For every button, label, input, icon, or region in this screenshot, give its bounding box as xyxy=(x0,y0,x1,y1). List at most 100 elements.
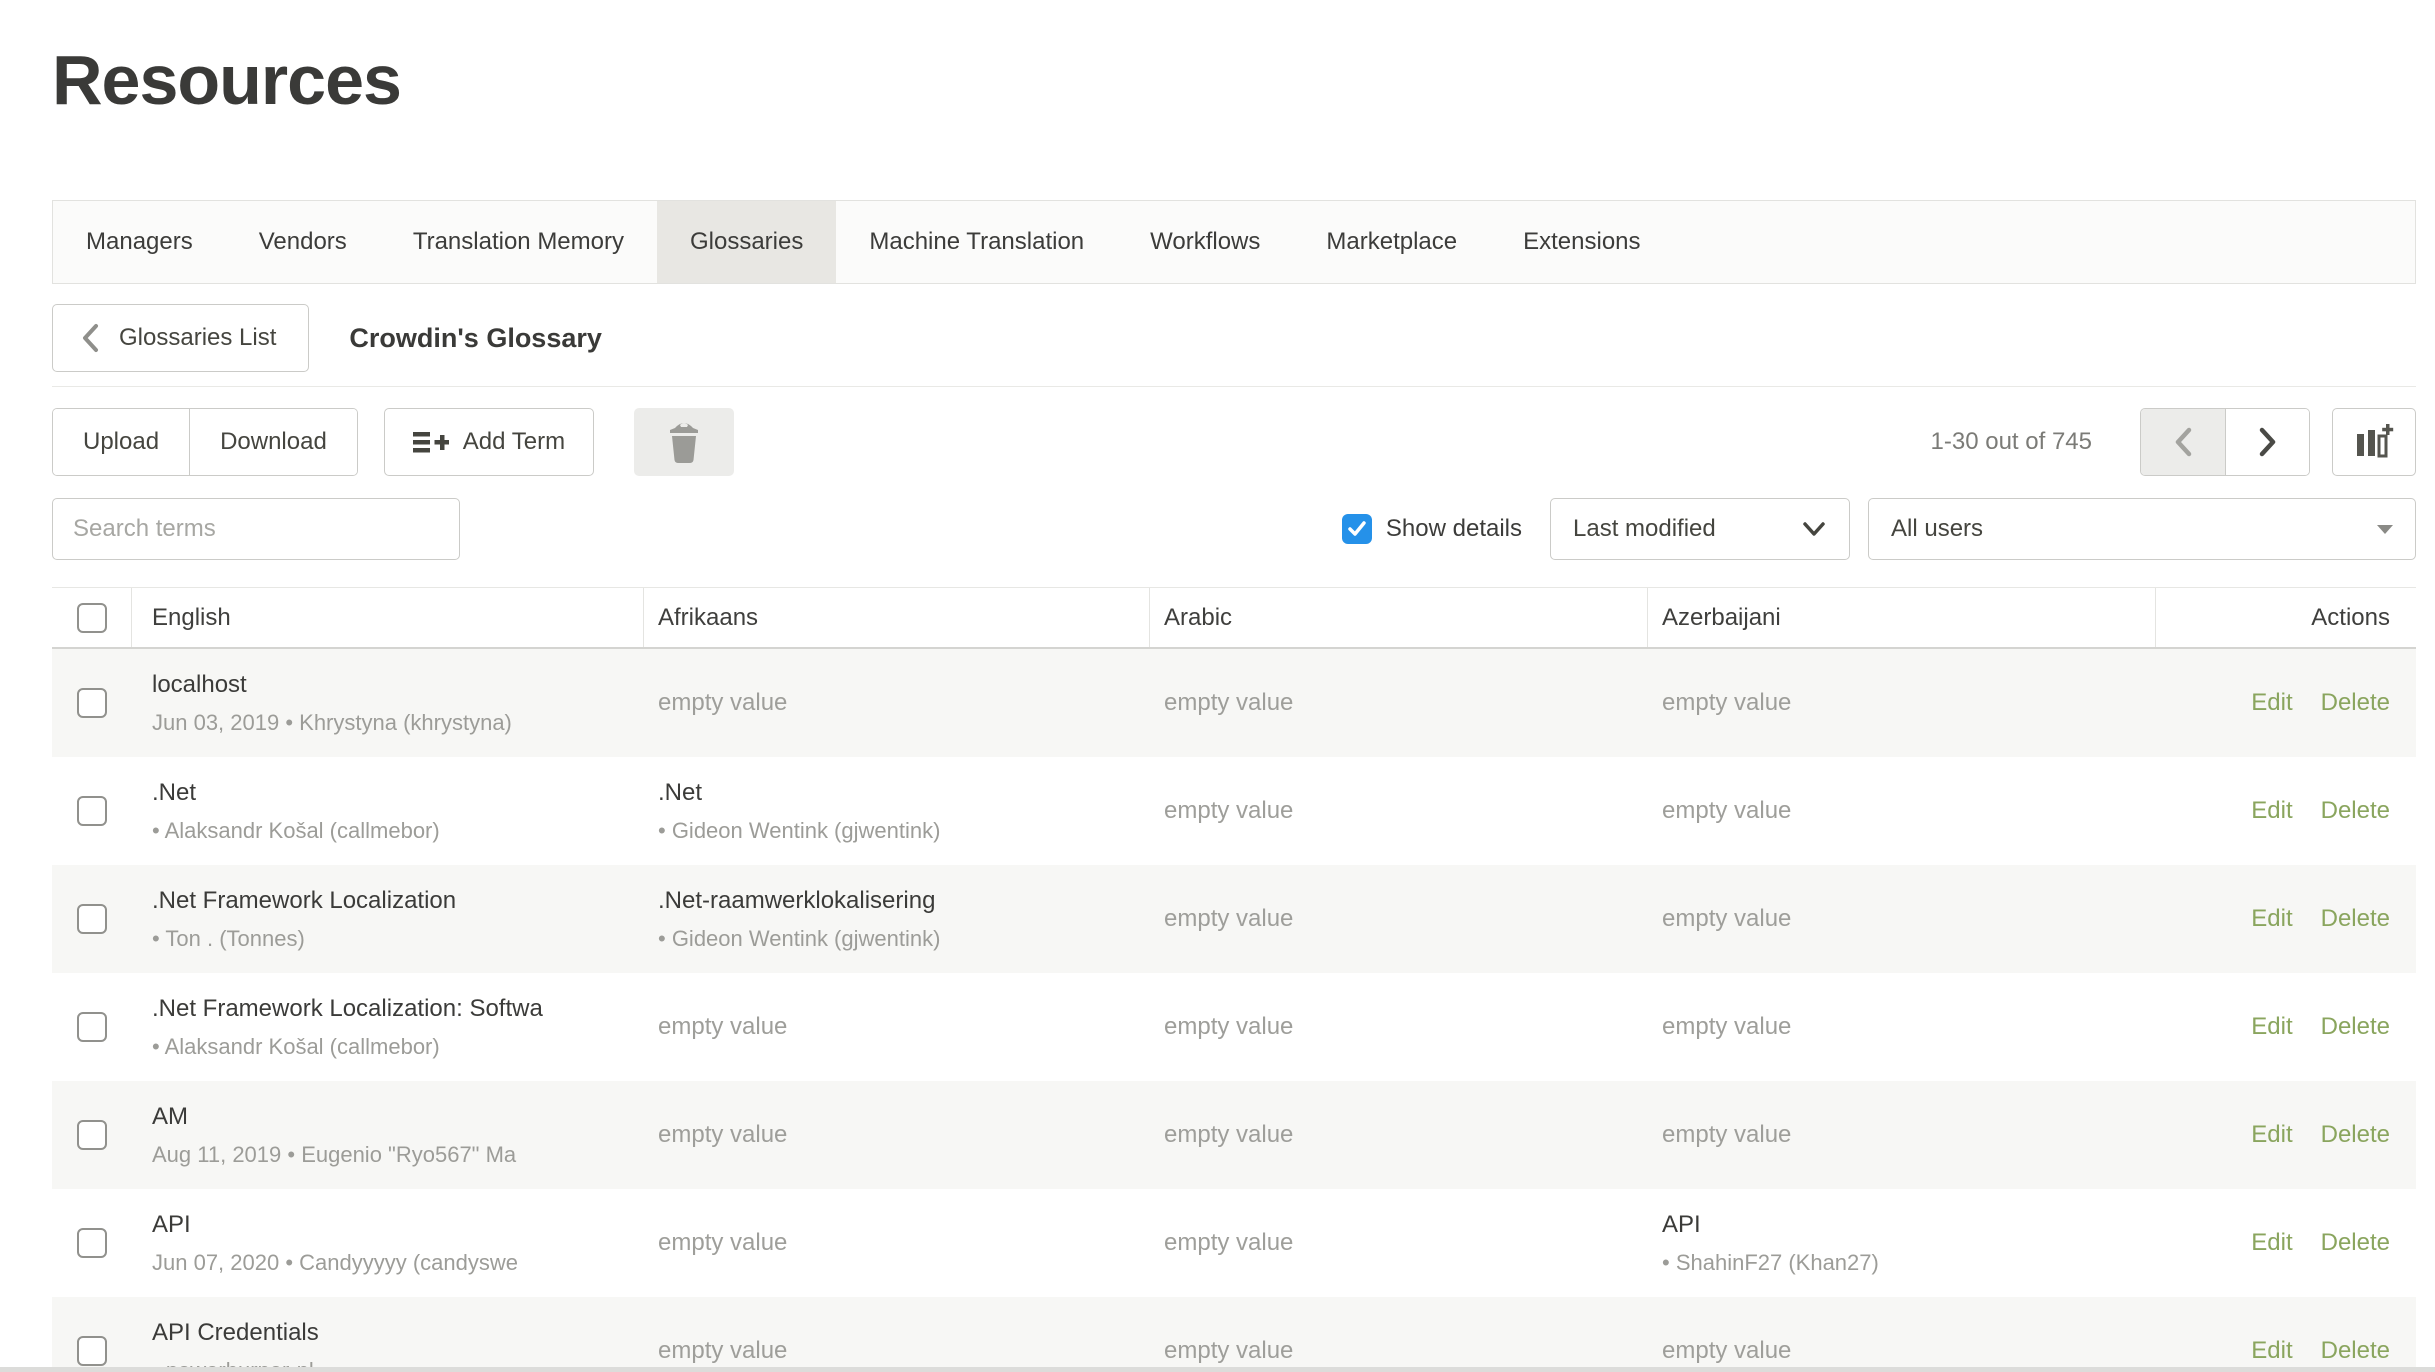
cell-english: APIJun 07, 2020 • Candyyyyy (candyswe xyxy=(132,1189,644,1297)
chevron-right-icon xyxy=(2256,425,2280,459)
next-page-button[interactable] xyxy=(2225,409,2309,475)
download-button[interactable]: Download xyxy=(189,409,357,475)
term-meta: • Alaksandr Košal (callmebor) xyxy=(152,1034,644,1060)
cell-afrikaans: empty value xyxy=(644,1297,1150,1372)
term-text: AM xyxy=(152,1103,644,1131)
horizontal-scrollbar[interactable] xyxy=(0,1367,2435,1372)
empty-value-label: empty value xyxy=(1164,1121,1648,1149)
add-term-button[interactable]: Add Term xyxy=(384,408,594,476)
cell-azerbaijani: empty value xyxy=(1648,1297,2156,1372)
term-text: .Net Framework Localization: Softwa xyxy=(152,995,644,1023)
delete-link[interactable]: Delete xyxy=(2321,1337,2390,1365)
filter-row: Show details Last modified All users xyxy=(52,498,2416,560)
term-row: localhostJun 03, 2019 • Khrystyna (khrys… xyxy=(52,649,2416,757)
page-title: Resources xyxy=(52,30,2435,130)
empty-value-label: empty value xyxy=(658,1013,1150,1041)
prev-page-button[interactable] xyxy=(2141,409,2225,475)
show-details-label: Show details xyxy=(1386,515,1522,543)
delete-link[interactable]: Delete xyxy=(2321,1229,2390,1257)
delete-link[interactable]: Delete xyxy=(2321,1121,2390,1149)
edit-link[interactable]: Edit xyxy=(2251,797,2292,825)
term-text: API Credentials xyxy=(152,1319,644,1347)
chevron-left-icon xyxy=(79,322,101,354)
empty-value-label: empty value xyxy=(1164,689,1648,717)
edit-link[interactable]: Edit xyxy=(2251,1121,2292,1149)
cell-actions: Edit Delete xyxy=(2156,757,2416,865)
term-meta: Jun 07, 2020 • Candyyyyy (candyswe xyxy=(152,1250,644,1276)
cell-english: AMAug 11, 2019 • Eugenio "Ryo567" Ma xyxy=(132,1081,644,1189)
cell-azerbaijani: API• ShahinF27 (Khan27) xyxy=(1648,1189,2156,1297)
pagination-label: 1-30 out of 745 xyxy=(1931,428,2092,456)
edit-link[interactable]: Edit xyxy=(2251,1337,2292,1365)
tab-machine-translation[interactable]: Machine Translation xyxy=(836,201,1117,283)
glossary-toolbar: Upload Download Add Term 1-30 out of 745 xyxy=(52,408,2416,476)
tab-vendors[interactable]: Vendors xyxy=(226,201,380,283)
tab-workflows[interactable]: Workflows xyxy=(1117,201,1293,283)
tab-extensions[interactable]: Extensions xyxy=(1490,201,1673,283)
delete-link[interactable]: Delete xyxy=(2321,797,2390,825)
edit-link[interactable]: Edit xyxy=(2251,1013,2292,1041)
row-checkbox[interactable] xyxy=(77,1120,107,1150)
edit-link[interactable]: Edit xyxy=(2251,689,2292,717)
term-meta: • Ton . (Tonnes) xyxy=(152,926,644,952)
empty-value-label: empty value xyxy=(1662,1337,2156,1365)
cell-afrikaans: .Net• Gideon Wentink (gjwentink) xyxy=(644,757,1150,865)
upload-button[interactable]: Upload xyxy=(53,409,189,475)
glossaries-list-back-button[interactable]: Glossaries List xyxy=(52,304,309,372)
empty-value-label: empty value xyxy=(1662,1013,2156,1041)
row-checkbox[interactable] xyxy=(77,904,107,934)
select-all-checkbox[interactable] xyxy=(77,603,107,633)
term-text: localhost xyxy=(152,671,644,699)
row-checkbox[interactable] xyxy=(77,1336,107,1366)
sort-select[interactable]: Last modified xyxy=(1550,498,1850,560)
upload-download-group: Upload Download xyxy=(52,408,358,476)
cell-english: .Net Framework Localization: Softwa • Ala… xyxy=(132,973,644,1081)
cell-actions: Edit Delete xyxy=(2156,865,2416,973)
cell-afrikaans: empty value xyxy=(644,1081,1150,1189)
empty-value-label: empty value xyxy=(658,1337,1150,1365)
cell-azerbaijani: empty value xyxy=(1648,1081,2156,1189)
term-row: .Net Framework Localization: Softwa • Ala… xyxy=(52,973,2416,1081)
cell-arabic: empty value xyxy=(1150,1297,1648,1372)
cell-english: .Net Framework Localization• Ton . (Tonn… xyxy=(132,865,644,973)
table-header: English Afrikaans Arabic Azerbaijani Act… xyxy=(52,587,2416,649)
users-select[interactable]: All users xyxy=(1868,498,2416,560)
row-checkbox[interactable] xyxy=(77,1228,107,1258)
edit-link[interactable]: Edit xyxy=(2251,1229,2292,1257)
empty-value-label: empty value xyxy=(1662,797,2156,825)
delete-link[interactable]: Delete xyxy=(2321,1013,2390,1041)
chevron-down-icon xyxy=(1801,520,1827,538)
term-row: API Credentials• powerburner-nlempty val… xyxy=(52,1297,2416,1372)
column-header-arabic: Arabic xyxy=(1150,588,1648,647)
manage-columns-button[interactable] xyxy=(2332,408,2416,476)
empty-value-label: empty value xyxy=(1662,905,2156,933)
empty-value-label: empty value xyxy=(658,1229,1150,1257)
delete-link[interactable]: Delete xyxy=(2321,689,2390,717)
empty-value-label: empty value xyxy=(1164,1229,1648,1257)
tab-managers[interactable]: Managers xyxy=(53,201,226,283)
cell-arabic: empty value xyxy=(1150,1081,1648,1189)
glossary-title: Crowdin's Glossary xyxy=(349,323,602,354)
cell-actions: Edit Delete xyxy=(2156,973,2416,1081)
delete-selected-button[interactable] xyxy=(634,408,734,476)
tab-glossaries[interactable]: Glossaries xyxy=(657,201,836,283)
tab-marketplace[interactable]: Marketplace xyxy=(1293,201,1490,283)
columns-icon xyxy=(2353,422,2395,462)
column-header-azerbaijani: Azerbaijani xyxy=(1648,588,2156,647)
search-input[interactable] xyxy=(52,498,460,560)
dropdown-arrow-icon xyxy=(2377,525,2393,534)
empty-value-label: empty value xyxy=(658,1121,1150,1149)
cell-actions: Edit Delete xyxy=(2156,1297,2416,1372)
term-text: .Net xyxy=(658,779,1150,807)
tab-translation-memory[interactable]: Translation Memory xyxy=(380,201,657,283)
row-checkbox[interactable] xyxy=(77,796,107,826)
glossary-breadcrumb-row: Glossaries List Crowdin's Glossary xyxy=(52,304,2416,372)
row-checkbox[interactable] xyxy=(77,1012,107,1042)
delete-link[interactable]: Delete xyxy=(2321,905,2390,933)
term-row: .Net• Alaksandr Košal (callmebor).Net• G… xyxy=(52,757,2416,865)
cell-arabic: empty value xyxy=(1150,865,1648,973)
show-details-checkbox[interactable] xyxy=(1342,514,1372,544)
empty-value-label: empty value xyxy=(1662,1121,2156,1149)
edit-link[interactable]: Edit xyxy=(2251,905,2292,933)
row-checkbox[interactable] xyxy=(77,688,107,718)
